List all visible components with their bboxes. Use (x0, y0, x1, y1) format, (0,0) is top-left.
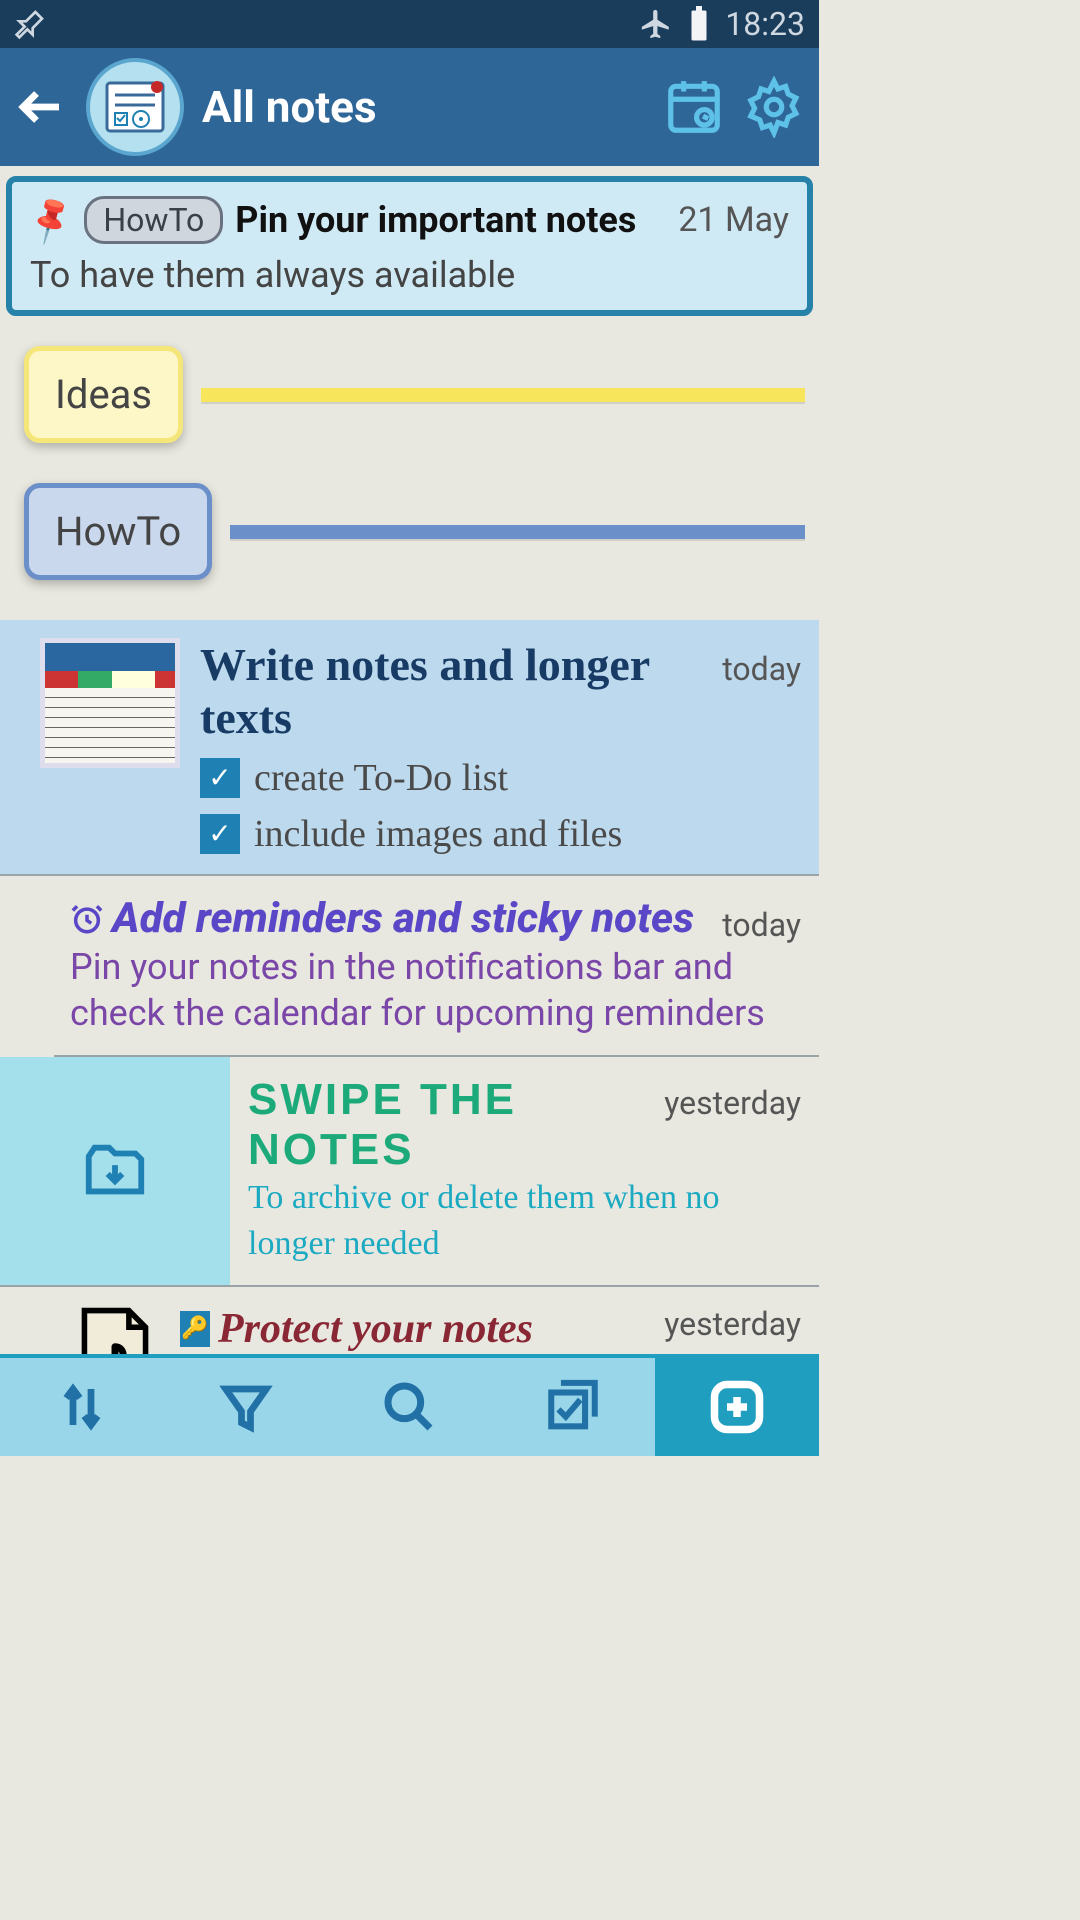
note-title: SWIPE THE NOTES (248, 1075, 664, 1175)
checkbox-icon[interactable]: ✓ (200, 814, 240, 854)
select-all-button[interactable] (491, 1358, 655, 1456)
checklist-item: ✓ create To-Do list (200, 756, 801, 800)
pinned-body: To have them always available (30, 254, 789, 296)
checklist-item: ✓ include images and files (200, 812, 801, 856)
status-bar: 18:23 (0, 0, 819, 48)
archive-reveal[interactable] (0, 1057, 230, 1285)
note-body: Pin your notes in the notifications bar … (70, 944, 801, 1038)
gear-icon[interactable] (743, 76, 805, 138)
note-title: Protect your notes (218, 1305, 533, 1353)
sort-button[interactable] (0, 1358, 164, 1456)
note-thumbnail (40, 638, 180, 768)
note-title: Write notes and longer texts (200, 638, 722, 744)
alarm-icon (70, 902, 104, 936)
note-title: Add reminders and sticky notes (112, 894, 694, 943)
pinned-title: Pin your important notes (235, 199, 666, 241)
category-header-ideas: Ideas (24, 346, 805, 443)
note-date: yesterday (664, 1084, 801, 1122)
search-button[interactable] (328, 1358, 492, 1456)
page-title: All notes (202, 81, 645, 133)
battery-icon (689, 6, 709, 42)
pin-status-icon (14, 8, 46, 40)
checklist-label: create To-Do list (254, 756, 508, 800)
pin-icon: 📌 (23, 192, 80, 248)
filter-button[interactable] (164, 1358, 328, 1456)
add-note-button[interactable] (655, 1358, 819, 1456)
category-chip-howto[interactable]: HowTo (24, 483, 212, 580)
back-button[interactable] (14, 80, 68, 134)
status-time: 18:23 (725, 5, 805, 43)
note-date: today (722, 650, 801, 688)
note-date: yesterday (664, 1305, 801, 1343)
checklist-label: include images and files (254, 812, 622, 856)
app-icon[interactable] (86, 58, 184, 156)
note-body: To archive or delete them when no longer… (248, 1175, 801, 1267)
airplane-mode-icon (639, 7, 673, 41)
category-line (230, 525, 805, 539)
app-bar: All notes (0, 48, 819, 166)
bottom-toolbar (0, 1354, 819, 1456)
note-reminders[interactable]: Add reminders and sticky notes today Pin… (54, 876, 819, 1057)
category-chip-ideas[interactable]: Ideas (24, 346, 183, 443)
pinned-date: 21 May (678, 200, 789, 240)
pinned-note[interactable]: 📌 HowTo Pin your important notes 21 May … (6, 176, 813, 316)
archive-folder-icon (75, 1136, 155, 1206)
category-header-howto: HowTo (24, 483, 805, 580)
category-line (201, 388, 805, 402)
pinned-tag: HowTo (84, 196, 223, 244)
note-write[interactable]: Write notes and longer texts today ✓ cre… (0, 620, 819, 876)
note-date: today (722, 906, 801, 944)
checkbox-icon[interactable]: ✓ (200, 758, 240, 798)
note-swipe[interactable]: SWIPE THE NOTES yesterday To archive or … (0, 1057, 819, 1287)
calendar-icon[interactable] (663, 76, 725, 138)
lock-icon: 🔑 (180, 1311, 210, 1347)
